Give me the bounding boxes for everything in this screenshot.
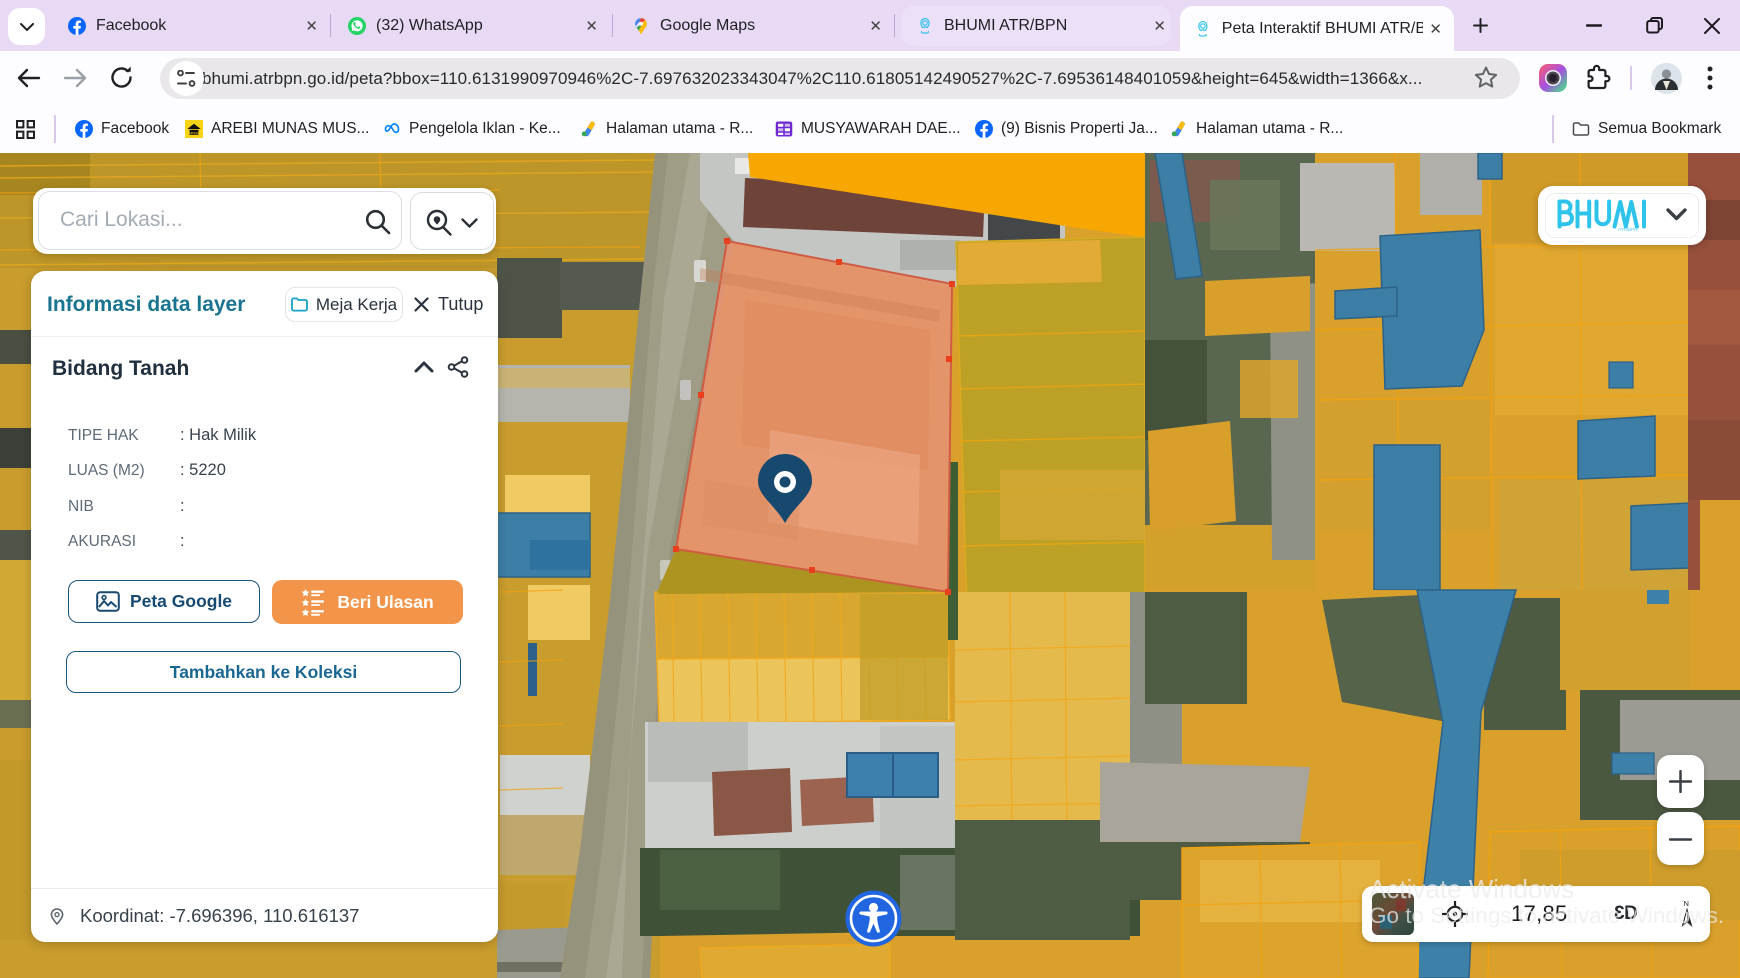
svg-text:N: N bbox=[1683, 899, 1688, 908]
svg-text:AREBI: AREBI bbox=[188, 131, 199, 135]
svg-text:ATR/BPN: ATR/BPN bbox=[1618, 227, 1638, 231]
